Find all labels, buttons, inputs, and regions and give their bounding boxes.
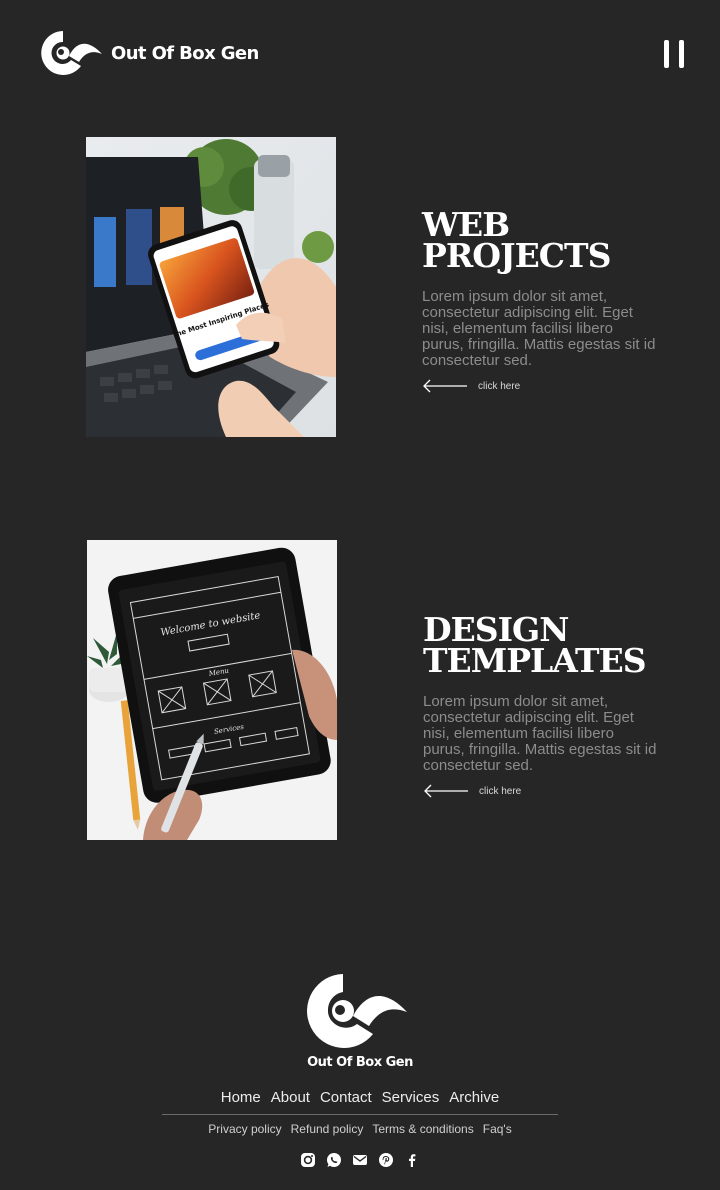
design-templates-photo[interactable]: Welcome to website Menu Services — [87, 540, 337, 840]
menu-icon-bar — [679, 40, 684, 68]
footer-link-home[interactable]: Home — [221, 1089, 261, 1106]
project-card-design: Welcome to website Menu Services DESIGN … — [0, 540, 720, 840]
click-here-label: click here — [479, 785, 522, 797]
footer-link-services[interactable]: Services — [382, 1089, 440, 1106]
menu-icon — [664, 40, 669, 68]
project-card-web: The Most Inspiring Places WEB PROJECTS L… — [0, 137, 720, 437]
facebook-icon[interactable] — [404, 1152, 420, 1168]
footer-brand-name: Out Of Box Gen — [307, 1055, 413, 1070]
click-here-label: click here — [478, 380, 521, 392]
refund-policy-link[interactable]: Refund policy — [291, 1122, 364, 1136]
email-icon[interactable] — [352, 1152, 368, 1168]
web-projects-photo[interactable]: The Most Inspiring Places — [86, 137, 336, 437]
footer-link-contact[interactable]: Contact — [320, 1089, 372, 1106]
pinterest-icon[interactable] — [378, 1152, 394, 1168]
footer-divider — [162, 1114, 558, 1115]
whatsapp-icon[interactable] — [326, 1152, 342, 1168]
project-description: Lorem ipsum dolor sit amet, consectetur … — [422, 288, 656, 369]
faqs-link[interactable]: Faq's — [483, 1122, 512, 1136]
footer-nav: Home About Contact Services Archive — [160, 1089, 560, 1106]
terms-link[interactable]: Terms & conditions — [372, 1122, 473, 1136]
project-text-design: DESIGN TEMPLATES Lorem ipsum dolor sit a… — [423, 613, 663, 798]
click-here-link[interactable]: click here — [423, 784, 663, 798]
menu-button[interactable] — [664, 40, 684, 68]
privacy-policy-link[interactable]: Privacy policy — [208, 1122, 281, 1136]
brand-logo[interactable]: Out Of Box Gen — [41, 30, 259, 76]
project-title: WEB PROJECTS — [422, 208, 662, 272]
click-here-link[interactable]: click here — [422, 379, 662, 393]
brand-name: Out Of Box Gen — [111, 42, 259, 64]
site-header: Out Of Box Gen — [0, 0, 720, 110]
arrow-left-icon — [423, 379, 467, 393]
project-title-line: TEMPLATES — [423, 641, 647, 680]
instagram-icon[interactable] — [300, 1152, 316, 1168]
footer-logo-icon[interactable] — [305, 972, 415, 1052]
footer-legal-links: Privacy policy Refund policy Terms & con… — [160, 1122, 560, 1136]
social-links — [300, 1151, 420, 1169]
brand-logo-icon — [41, 31, 102, 75]
arrow-left-icon — [424, 784, 468, 798]
project-description: Lorem ipsum dolor sit amet, consectetur … — [423, 693, 657, 774]
project-title-line: PROJECTS — [422, 236, 611, 275]
project-text-web: WEB PROJECTS Lorem ipsum dolor sit amet,… — [422, 208, 662, 393]
footer-link-archive[interactable]: Archive — [449, 1089, 499, 1106]
footer-link-about[interactable]: About — [271, 1089, 310, 1106]
project-title: DESIGN TEMPLATES — [423, 613, 663, 677]
